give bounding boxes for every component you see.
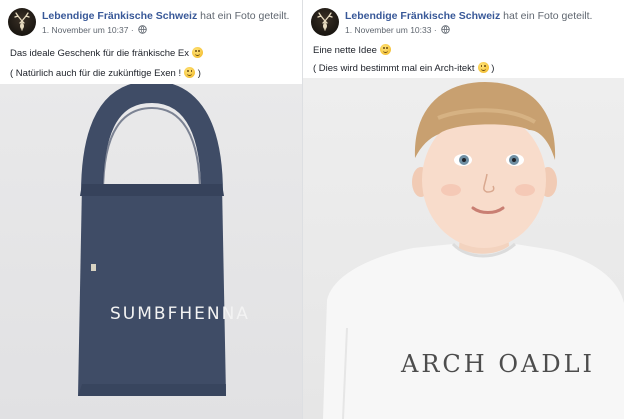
post-card: Lebendige Fränkische Schweiz hat ein Fot… — [303, 0, 624, 419]
post-action-text: hat ein Foto geteilt. — [503, 10, 593, 22]
post-message-line: ( Dies wird bestimmt mal ein Arch-itekt … — [313, 62, 495, 74]
post-meta: 1. November um 10:37 · — [42, 25, 147, 35]
post-photo[interactable]: ARCH OADLI — [303, 78, 624, 419]
post-photo[interactable]: SUMBFHENNA — [0, 84, 302, 419]
timestamp-link[interactable]: 1. November um 10:33 — [345, 25, 431, 35]
deer-logo-icon — [14, 12, 30, 31]
smile-emoji-icon — [477, 62, 489, 73]
author-link[interactable]: Lebendige Fränkische Schweiz — [345, 10, 500, 22]
bag-print-text: SUMBFHENNA — [110, 304, 250, 324]
post-message-line: Eine nette Idee — [313, 44, 391, 56]
tote-bag-illustration — [78, 84, 226, 396]
smile-emoji-icon — [379, 44, 391, 55]
post-card: Lebendige Fränkische Schweiz hat ein Fot… — [0, 0, 303, 419]
deer-logo-icon — [317, 12, 333, 31]
page-avatar[interactable] — [8, 8, 36, 36]
page-avatar[interactable] — [311, 8, 339, 36]
smile-emoji-icon — [184, 67, 196, 78]
author-link[interactable]: Lebendige Fränkische Schweiz — [42, 10, 197, 22]
post-action-text: hat ein Foto geteilt. — [200, 10, 290, 22]
tshirt-print-text: ARCH OADLI — [401, 350, 595, 378]
post-message-line: Das ideale Geschenk für die fränkische E… — [10, 47, 204, 59]
globe-icon[interactable] — [441, 25, 450, 34]
smile-emoji-icon — [192, 47, 204, 58]
post-message-line: ( Natürlich auch für die zukünftige Exen… — [10, 67, 201, 79]
post-meta: 1. November um 10:33 · — [345, 25, 450, 35]
timestamp-link[interactable]: 1. November um 10:37 — [42, 25, 128, 35]
globe-icon[interactable] — [138, 25, 147, 34]
